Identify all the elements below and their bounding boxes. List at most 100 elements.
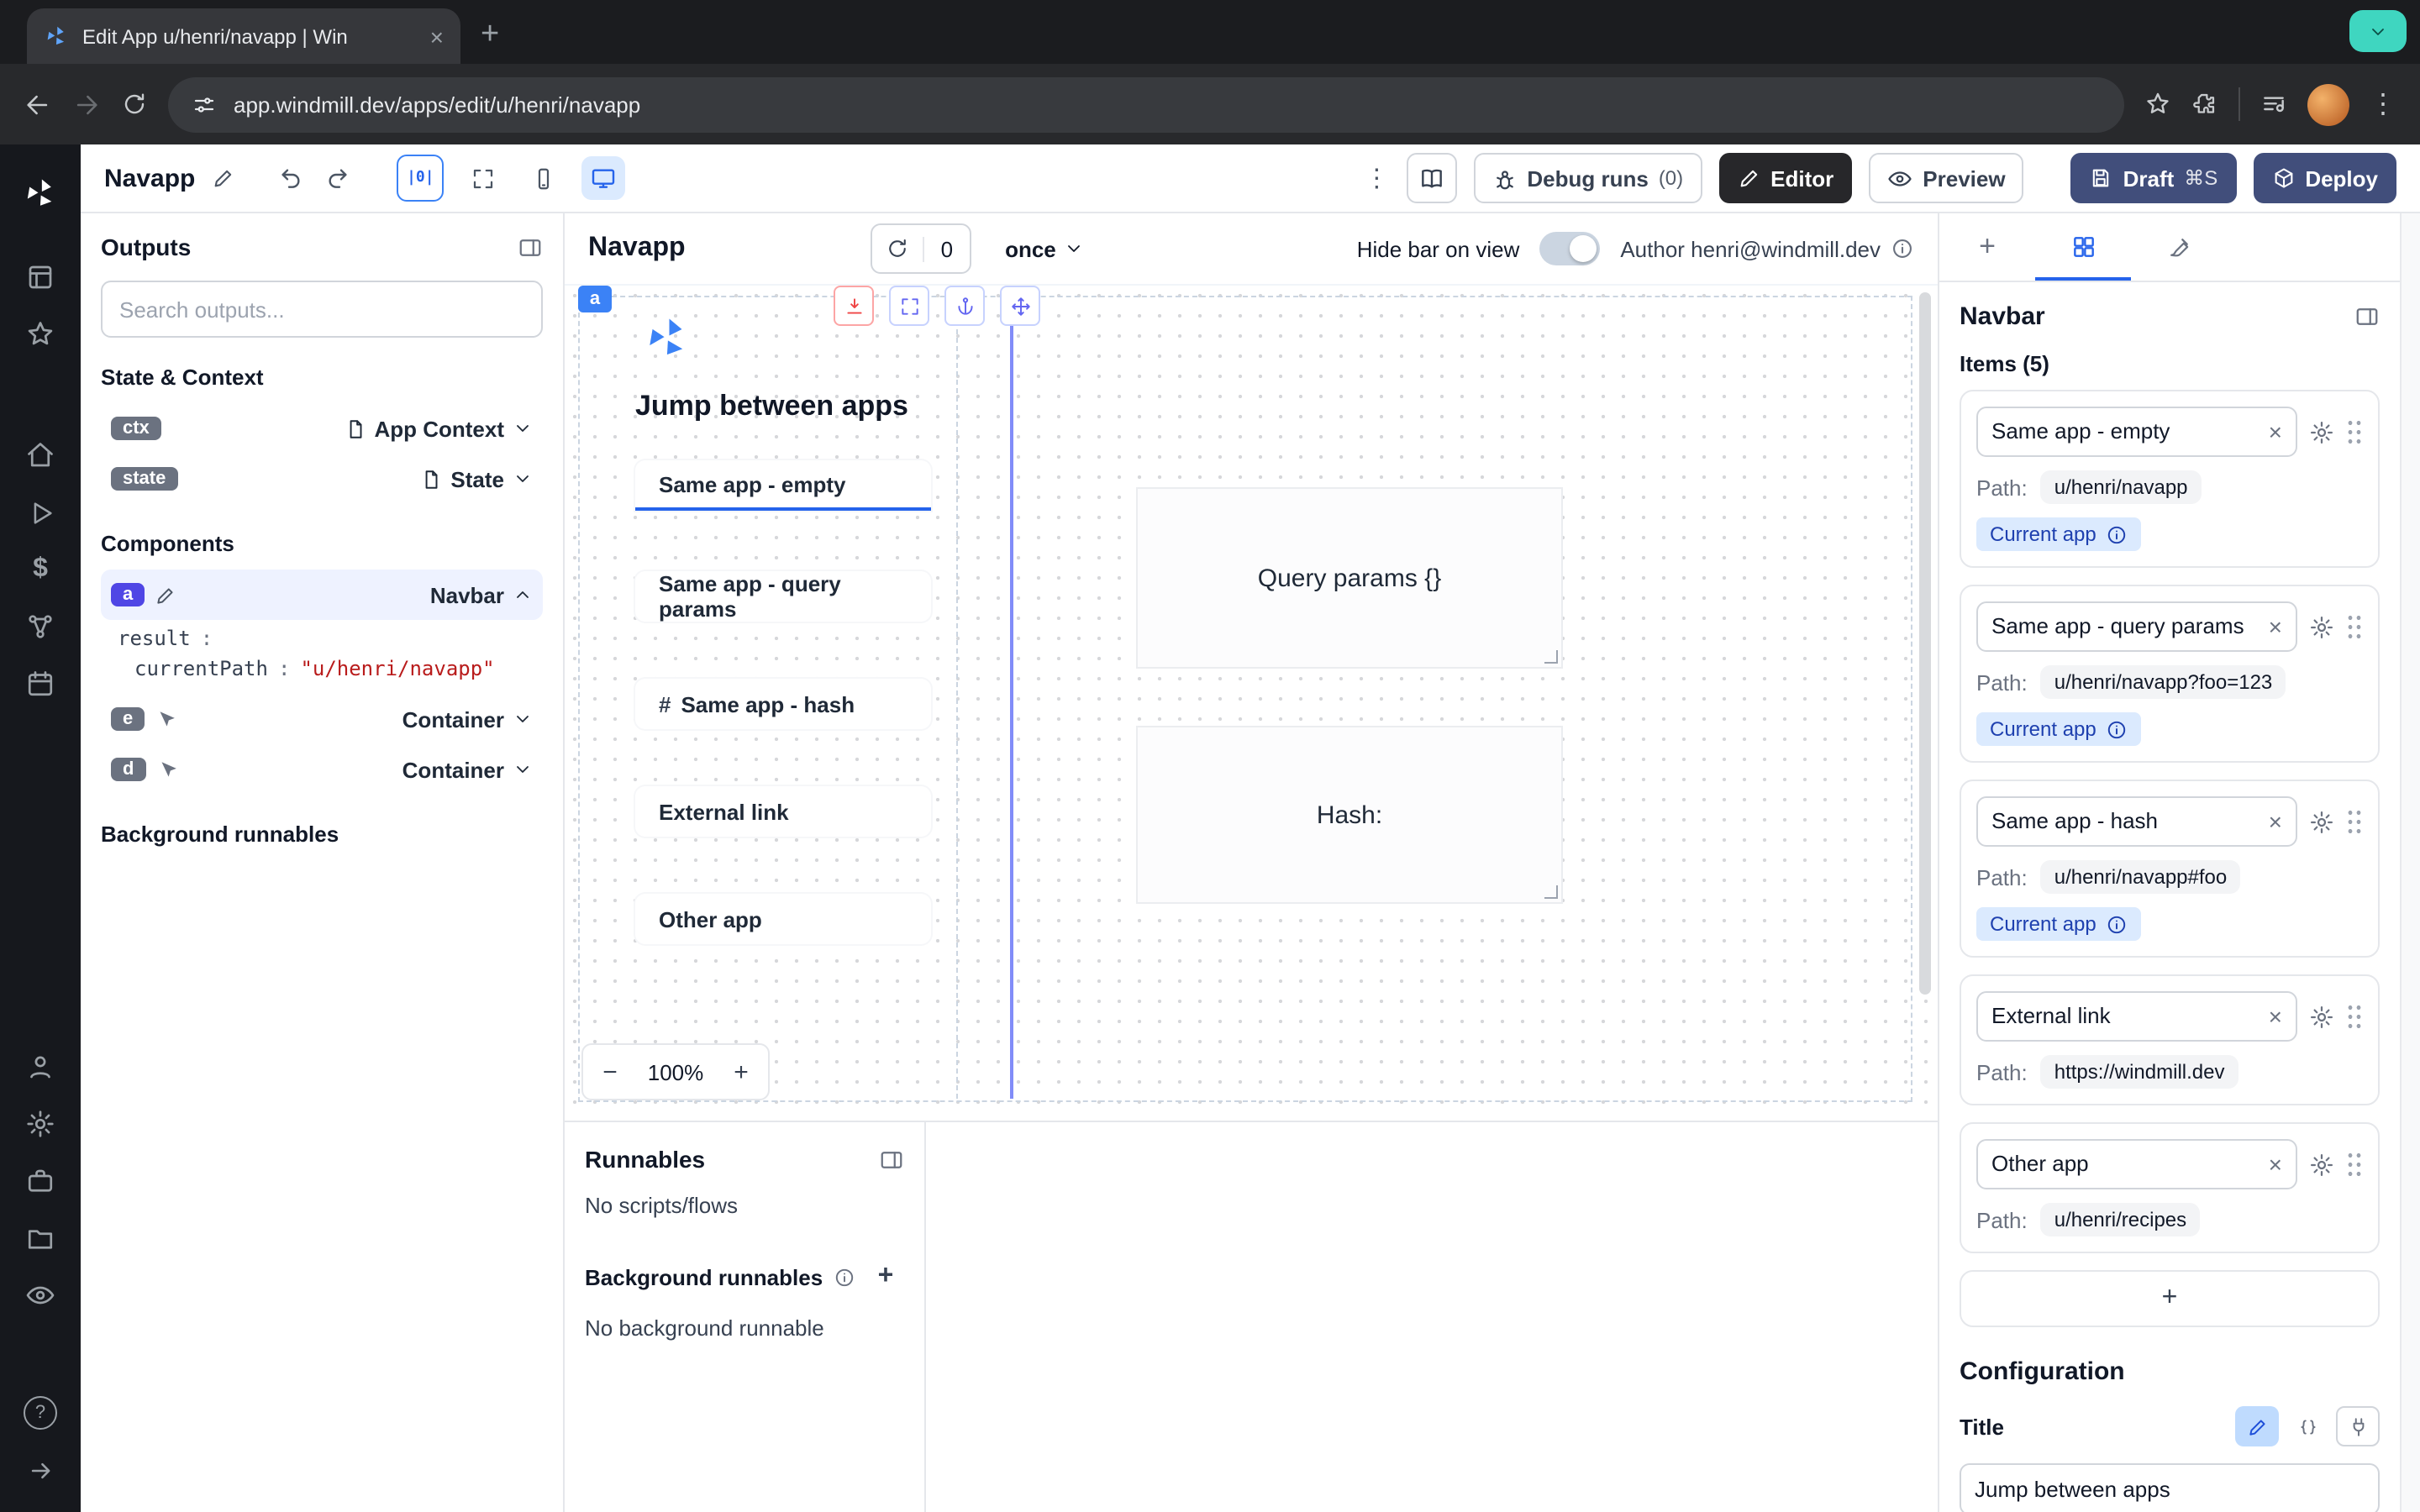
add-background-runnable-button[interactable]: + (867, 1258, 904, 1295)
navbar-item[interactable]: #Same app - hash (635, 679, 931, 729)
url-bar[interactable]: app.windmill.dev/apps/edit/u/henri/navap… (168, 76, 2124, 132)
navbar-item[interactable]: External link (635, 786, 931, 837)
item-settings-gear-icon[interactable] (2309, 614, 2334, 639)
preview-button[interactable]: Preview (1869, 153, 2023, 203)
mobile-view-icon[interactable] (521, 156, 565, 200)
undo-icon[interactable] (279, 165, 306, 192)
variables-dollar-icon[interactable]: $ (0, 541, 81, 598)
browser-menu-icon[interactable]: ⋮ (2370, 87, 2396, 121)
canvas-scrollbar[interactable] (1919, 292, 1931, 995)
remove-item-icon[interactable]: × (2269, 810, 2282, 833)
item-label-input[interactable]: Same app - empty× (1976, 407, 2297, 457)
profile-avatar[interactable] (2307, 83, 2349, 125)
settings-gear-icon[interactable] (0, 1095, 81, 1152)
remove-item-icon[interactable]: × (2269, 420, 2282, 444)
site-settings-icon[interactable] (192, 92, 217, 117)
collapse-panel-icon[interactable] (2354, 304, 2380, 329)
result-row[interactable]: result: (118, 623, 536, 654)
run-mode-dropdown[interactable]: once (1005, 236, 1085, 261)
static-value-pencil-button[interactable] (2235, 1406, 2279, 1446)
tab-styling-brush[interactable] (2131, 213, 2227, 281)
path-value[interactable]: u/henri/navapp#foo (2041, 860, 2241, 894)
current-path-row[interactable]: currentPath:"u/henri/navapp" (118, 654, 536, 684)
remove-item-icon[interactable]: × (2269, 1005, 2282, 1028)
draft-button[interactable]: Draft⌘S (2071, 153, 2237, 203)
item-settings-gear-icon[interactable] (2309, 1152, 2334, 1177)
item-label-input[interactable]: Same app - query params× (1976, 601, 2297, 652)
drag-handle[interactable] (2346, 808, 2363, 835)
apps-icon[interactable] (0, 249, 81, 306)
media-controls-icon[interactable] (2260, 91, 2287, 118)
drag-handle[interactable] (2346, 613, 2363, 640)
component-row-container-d[interactable]: d Container (101, 744, 543, 795)
output-row-state[interactable]: state State (101, 454, 543, 504)
insert-below-icon[interactable] (834, 286, 874, 326)
add-item-button[interactable]: + (1960, 1270, 2380, 1327)
remove-item-icon[interactable]: × (2269, 1152, 2282, 1176)
redo-icon[interactable] (323, 165, 350, 192)
users-person-icon[interactable] (0, 1038, 81, 1095)
component-row-container-e[interactable]: e Container (101, 694, 543, 744)
tab-component-settings[interactable] (2035, 213, 2131, 281)
item-label-input[interactable]: Other app× (1976, 1139, 2297, 1189)
expression-code-button[interactable] (2286, 1406, 2329, 1446)
extensions-icon[interactable] (2191, 91, 2218, 118)
component-id-tag[interactable]: a (578, 286, 612, 312)
schedules-calendar-icon[interactable] (0, 655, 81, 712)
item-settings-gear-icon[interactable] (2309, 1004, 2334, 1029)
bookmark-star-icon[interactable] (2144, 91, 2171, 118)
new-tab-button[interactable]: + (481, 17, 499, 54)
editor-button[interactable]: Editor (1718, 153, 1852, 203)
path-value[interactable]: u/henri/recipes (2041, 1203, 2200, 1236)
item-settings-gear-icon[interactable] (2309, 809, 2334, 834)
app-canvas[interactable]: a Jump between apps Same app - empty (565, 286, 1938, 1121)
navbar-item[interactable]: Same app - query params (635, 571, 931, 622)
connect-plug-button[interactable] (2336, 1406, 2380, 1446)
anchor-component-icon[interactable] (944, 286, 985, 326)
query-params-container[interactable]: Query params {} (1136, 487, 1563, 669)
debug-runs-button[interactable]: Debug runs(0) (1473, 153, 1702, 203)
favorites-star-icon[interactable] (0, 306, 81, 363)
navbar-item[interactable]: Same app - empty (635, 460, 931, 511)
reload-icon[interactable] (121, 91, 148, 118)
fullscreen-icon[interactable] (460, 156, 504, 200)
collapse-panel-icon[interactable] (879, 1147, 904, 1172)
docs-book-button[interactable] (1406, 153, 1456, 203)
desktop-view-icon[interactable] (581, 156, 625, 200)
output-row-ctx[interactable]: ctx App Context (101, 403, 543, 454)
drag-handle[interactable] (2346, 1003, 2363, 1030)
deploy-button[interactable]: Deploy (2253, 153, 2396, 203)
rename-pencil-icon[interactable] (212, 166, 235, 190)
zoom-out-button[interactable]: − (583, 1058, 637, 1086)
component-row-navbar[interactable]: a Navbar (101, 570, 543, 620)
path-value[interactable]: u/henri/navapp (2041, 470, 2202, 504)
hash-container[interactable]: Hash: (1136, 726, 1563, 904)
search-outputs-input[interactable] (101, 281, 543, 338)
collapse-panel-icon[interactable] (518, 234, 543, 260)
item-settings-gear-icon[interactable] (2309, 419, 2334, 444)
title-value-input[interactable] (1960, 1463, 2380, 1512)
expand-component-icon[interactable] (889, 286, 929, 326)
forward-icon[interactable] (72, 90, 101, 118)
more-menu-icon[interactable]: ⋮ (1364, 163, 1389, 193)
remove-item-icon[interactable]: × (2269, 615, 2282, 638)
back-icon[interactable] (24, 90, 52, 118)
move-component-icon[interactable] (1000, 286, 1040, 326)
item-label-input[interactable]: External link× (1976, 991, 2297, 1042)
folders-icon[interactable] (0, 1210, 81, 1267)
path-value[interactable]: u/henri/navapp?foo=123 (2041, 665, 2286, 699)
refresh-counter[interactable]: 0 (871, 223, 971, 274)
window-scrollbar[interactable] (2400, 213, 2420, 1512)
resources-nodes-icon[interactable] (0, 598, 81, 655)
navbar-item[interactable]: Other app (635, 894, 931, 944)
tab-close-icon[interactable]: × (430, 23, 444, 50)
hide-bar-toggle[interactable] (1539, 232, 1600, 265)
browser-indicator-button[interactable] (2349, 10, 2407, 52)
refresh-icon[interactable] (872, 237, 923, 260)
tab-insert-component[interactable]: + (1939, 213, 2035, 281)
help-question-icon[interactable]: ? (0, 1384, 81, 1441)
drag-handle[interactable] (2346, 418, 2363, 445)
zoom-in-button[interactable]: + (714, 1058, 768, 1086)
home-icon[interactable] (0, 427, 81, 484)
path-value[interactable]: https://windmill.dev (2041, 1055, 2238, 1089)
